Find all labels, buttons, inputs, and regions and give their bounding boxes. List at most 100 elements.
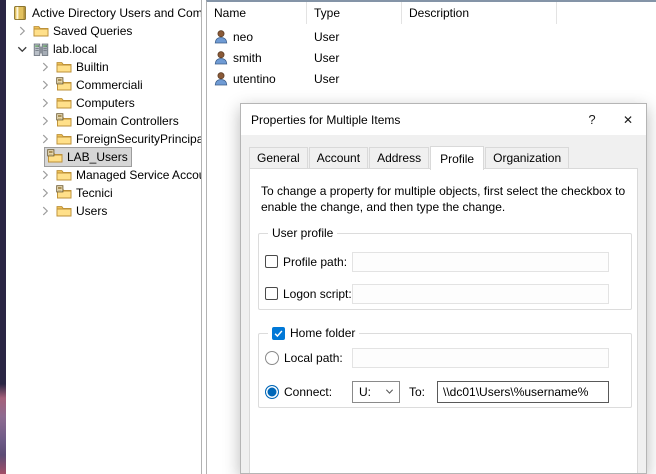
- tree-node-box[interactable]: Builtin: [54, 58, 112, 76]
- tree-node-box[interactable]: Tecnici: [54, 184, 116, 202]
- tree-node-box[interactable]: Managed Service Accounts: [54, 166, 202, 184]
- tree-item-label: Domain Controllers: [76, 114, 179, 128]
- user-name: smith: [233, 51, 262, 65]
- user-profile-group: User profile Profile path: Logon script:: [258, 233, 632, 310]
- console-tree: Active Directory Users and Com Saved Quer…: [6, 4, 201, 220]
- user-icon: [213, 71, 229, 87]
- home-folder-checkbox[interactable]: [272, 327, 285, 340]
- connect-radio[interactable]: [265, 385, 279, 399]
- chevron-right-icon[interactable]: [36, 95, 54, 111]
- tab-organization[interactable]: Organization: [485, 147, 569, 169]
- tree-item-commerciali[interactable]: Commerciali: [6, 76, 201, 94]
- tree-node-box[interactable]: Active Directory Users and Com: [10, 4, 202, 22]
- chevron-down-icon: [385, 387, 394, 396]
- user-name: utentino: [233, 72, 276, 86]
- tree-item-saved-queries[interactable]: Saved Queries: [6, 22, 201, 40]
- tab-profile[interactable]: Profile: [430, 146, 484, 170]
- local-path-field[interactable]: [352, 348, 609, 368]
- chevron-right-icon[interactable]: [36, 185, 54, 201]
- user-profile-legend: User profile: [268, 226, 337, 240]
- user-type: User: [307, 51, 402, 65]
- chevron-right-icon[interactable]: [36, 203, 54, 219]
- home-folder-label: Home folder: [290, 326, 355, 340]
- tree-node-box[interactable]: lab.local: [31, 40, 100, 58]
- list-row-smith[interactable]: smith User: [207, 47, 656, 68]
- tree-item-label: LAB_Users: [67, 150, 128, 164]
- tree-node-box[interactable]: Computers: [54, 94, 138, 112]
- dialog-title: Properties for Multiple Items: [251, 113, 574, 127]
- close-button[interactable]: ✕: [610, 104, 646, 135]
- folder-icon: [56, 131, 72, 147]
- tree-item-label: Active Directory Users and Com: [32, 6, 202, 20]
- list-header: Name Type Description: [207, 2, 656, 24]
- folder-icon: [33, 23, 49, 39]
- tree-item-computers[interactable]: Computers: [6, 94, 201, 112]
- tree-item-label: Saved Queries: [53, 24, 132, 38]
- chevron-right-icon[interactable]: [36, 131, 54, 147]
- column-header-name[interactable]: Name: [207, 2, 307, 24]
- tree-item-lab-users[interactable]: LAB_Users: [6, 148, 201, 166]
- list-row-neo[interactable]: neoUser: [207, 26, 656, 47]
- tree-node-box[interactable]: LAB_Users: [45, 148, 131, 166]
- tree-node-box[interactable]: Saved Queries: [31, 22, 135, 40]
- check-icon: [273, 328, 284, 339]
- tree-node-box[interactable]: Commerciali: [54, 76, 146, 94]
- tab-strip: General Account Address Profile Organiza…: [249, 146, 570, 169]
- folder-icon: [56, 203, 72, 219]
- profile-path-field[interactable]: [352, 252, 609, 272]
- chevron-right-icon[interactable]: [36, 113, 54, 129]
- column-header-description[interactable]: Description: [402, 2, 557, 24]
- aduc-window: Active Directory Users and Com Saved Quer…: [0, 0, 656, 474]
- tree-item-label: Commerciali: [76, 78, 143, 92]
- tree-item-label: Tecnici: [76, 186, 113, 200]
- tree-item-managed-service-accounts[interactable]: Managed Service Accounts: [6, 166, 201, 184]
- profile-path-checkbox[interactable]: [265, 255, 278, 268]
- ou-icon: [56, 77, 72, 93]
- local-path-radio[interactable]: [265, 351, 279, 365]
- chevron-right-icon[interactable]: [36, 59, 54, 75]
- logon-script-field[interactable]: [352, 284, 609, 304]
- tree-item-lab-local[interactable]: lab.local: [6, 40, 201, 58]
- instructions-text: To change a property for multiple object…: [261, 184, 635, 216]
- tree-item-label: Users: [76, 204, 107, 218]
- to-label: To:: [409, 385, 430, 399]
- profile-tab-panel: To change a property for multiple object…: [249, 168, 638, 473]
- tree-pane: Active Directory Users and Com Saved Quer…: [6, 0, 202, 474]
- tree-node-box[interactable]: Domain Controllers: [54, 112, 182, 130]
- logon-script-label: Logon script:: [283, 287, 352, 301]
- chevron-right-icon[interactable]: [36, 77, 54, 93]
- chevron-right-icon[interactable]: [13, 23, 31, 39]
- tree-item-foreignsecurityprincipals[interactable]: ForeignSecurityPrincipals: [6, 130, 201, 148]
- folder-icon: [56, 95, 72, 111]
- tree-item-active-directory-users-and-com[interactable]: Active Directory Users and Com: [6, 4, 201, 22]
- tree-node-box[interactable]: ForeignSecurityPrincipals: [54, 130, 202, 148]
- tab-account[interactable]: Account: [309, 147, 368, 169]
- tree-item-label: Managed Service Accounts: [76, 168, 202, 182]
- tab-general[interactable]: General: [249, 147, 308, 169]
- tree-item-label: ForeignSecurityPrincipals: [76, 132, 202, 146]
- ou-icon: [56, 185, 72, 201]
- chevron-down-icon[interactable]: [13, 41, 31, 57]
- aduc-root-icon: [12, 5, 28, 21]
- tab-address[interactable]: Address: [369, 147, 429, 169]
- tree-item-label: Builtin: [76, 60, 109, 74]
- ou-icon: [56, 113, 72, 129]
- drive-select-value: U:: [359, 385, 371, 399]
- tree-item-tecnici[interactable]: Tecnici: [6, 184, 201, 202]
- home-folder-legend: Home folder: [268, 326, 359, 340]
- chevron-right-icon[interactable]: [36, 167, 54, 183]
- tree-item-builtin[interactable]: Builtin: [6, 58, 201, 76]
- tree-node-box[interactable]: Users: [54, 202, 110, 220]
- logon-script-checkbox[interactable]: [265, 287, 278, 300]
- help-button[interactable]: ?: [574, 104, 610, 135]
- column-header-type[interactable]: Type: [307, 2, 402, 24]
- drive-select[interactable]: U:: [352, 381, 400, 403]
- list-row-utentino[interactable]: utentino User: [207, 68, 656, 89]
- home-folder-group: Home folder Local path: Connect: U: [258, 333, 632, 408]
- tree-item-users[interactable]: Users: [6, 202, 201, 220]
- tree-item-domain-controllers[interactable]: Domain Controllers: [6, 112, 201, 130]
- connect-path-field[interactable]: \\dc01\Users\%username%: [437, 381, 609, 403]
- user-type: User: [307, 72, 402, 86]
- local-path-label: Local path:: [284, 351, 343, 365]
- dialog-titlebar[interactable]: Properties for Multiple Items ? ✕: [241, 104, 646, 135]
